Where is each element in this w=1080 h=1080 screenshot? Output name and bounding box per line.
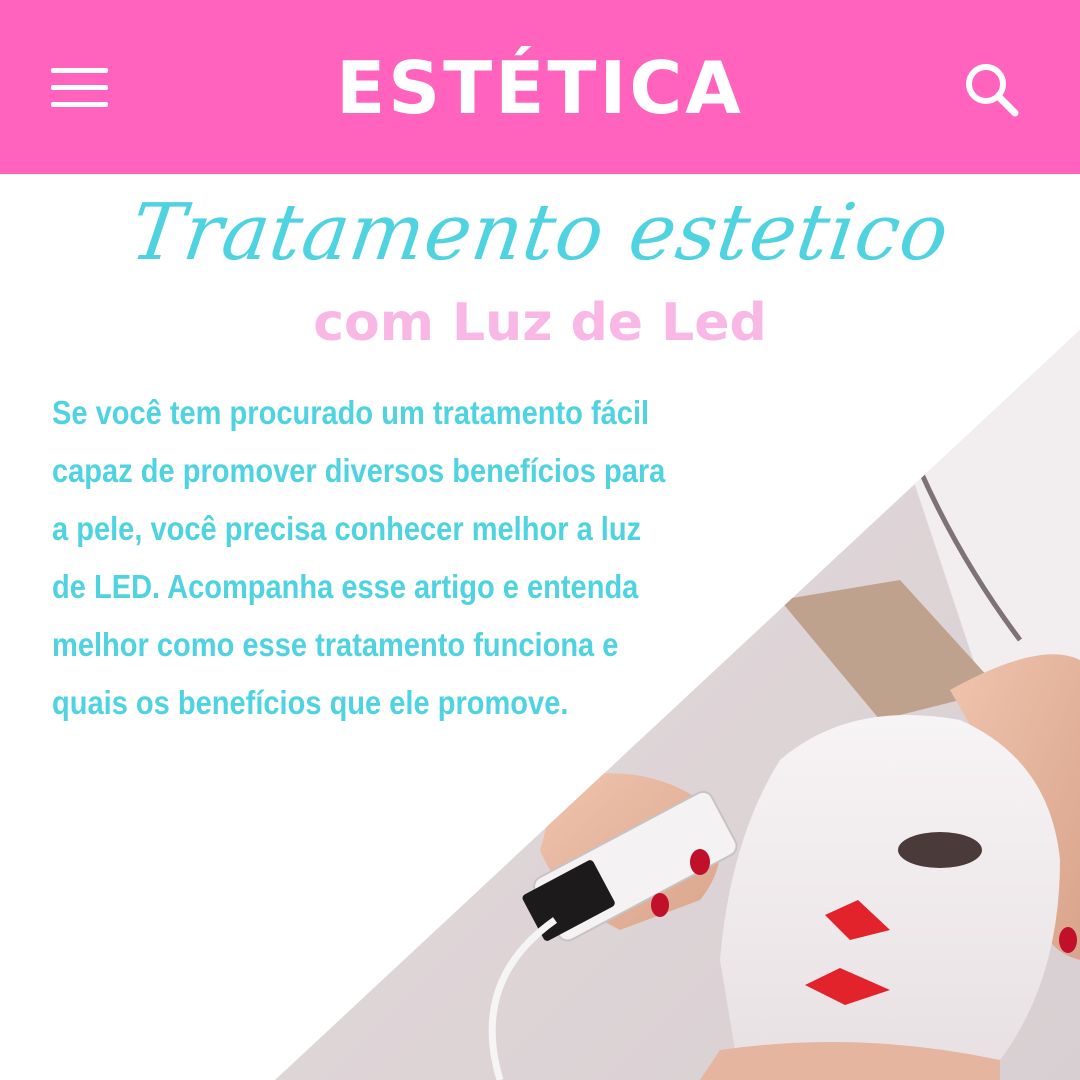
hamburger-menu-icon[interactable]	[46, 62, 114, 114]
top-app-bar: ESTÉTICA	[0, 0, 1080, 174]
search-icon[interactable]	[960, 58, 1024, 122]
article-intro: Se você tem procurado um tratamento fáci…	[52, 384, 665, 732]
page-subheadline: com Luz de Led	[313, 293, 767, 353]
article-paragraph: Se você tem procurado um tratamento fáci…	[52, 394, 666, 721]
page-headline: Tratamento estetico	[125, 188, 955, 278]
app-title: ESTÉTICA	[336, 46, 744, 130]
